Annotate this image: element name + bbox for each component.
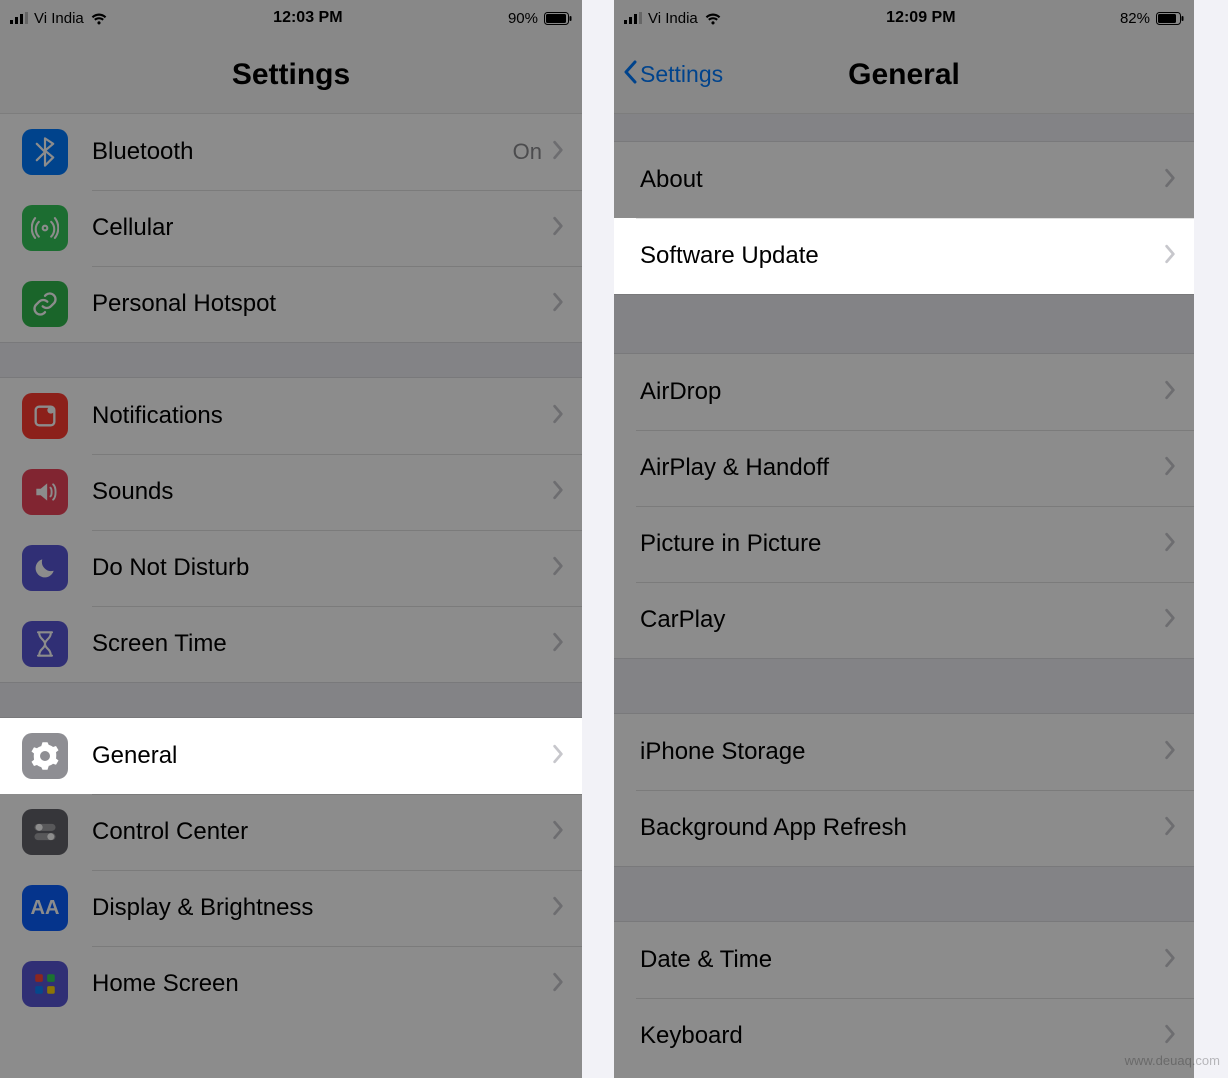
page-title: Settings: [232, 58, 350, 92]
row-software-update[interactable]: Software Update: [614, 218, 1194, 294]
signal-icon: [10, 12, 28, 24]
toggles-icon: [22, 809, 68, 855]
row-label: Screen Time: [92, 630, 552, 658]
row-bluetooth[interactable]: Bluetooth On: [0, 114, 582, 190]
aa-icon: AA: [22, 885, 68, 931]
row-label: Background App Refresh: [640, 814, 1164, 842]
battery-percent: 82%: [1120, 10, 1150, 27]
settings-screen: Vi India 12:03 PM 90% Settings Bluetooth…: [0, 0, 582, 1078]
chevron-right-icon: [552, 140, 564, 165]
row-label: AirDrop: [640, 378, 1164, 406]
row-notifications[interactable]: Notifications: [0, 378, 582, 454]
row-background-app-refresh[interactable]: Background App Refresh: [614, 790, 1194, 866]
chevron-right-icon: [552, 556, 564, 581]
chevron-right-icon: [1164, 168, 1176, 193]
bluetooth-icon: [22, 129, 68, 175]
bell-square-icon: [22, 393, 68, 439]
chevron-right-icon: [552, 972, 564, 997]
carrier-label: Vi India: [648, 10, 698, 27]
status-time: 12:03 PM: [273, 9, 342, 27]
link-icon: [22, 281, 68, 327]
row-label: Do Not Disturb: [92, 554, 552, 582]
status-time: 12:09 PM: [886, 9, 955, 27]
chevron-right-icon: [1164, 532, 1176, 557]
chevron-right-icon: [1164, 244, 1176, 269]
row-general[interactable]: General: [0, 718, 582, 794]
row-label: Control Center: [92, 818, 552, 846]
status-bar: Vi India 12:09 PM 82%: [614, 0, 1194, 36]
row-screen-time[interactable]: Screen Time: [0, 606, 582, 682]
nav-header: Settings: [0, 36, 582, 114]
chevron-left-icon: [622, 60, 638, 90]
row-picture-in-picture[interactable]: Picture in Picture: [614, 506, 1194, 582]
row-label: Bluetooth: [92, 138, 513, 166]
row-iphone-storage[interactable]: iPhone Storage: [614, 714, 1194, 790]
row-airdrop[interactable]: AirDrop: [614, 354, 1194, 430]
battery-percent: 90%: [508, 10, 538, 27]
chevron-right-icon: [552, 292, 564, 317]
row-display-brightness[interactable]: AA Display & Brightness: [0, 870, 582, 946]
antenna-icon: [22, 205, 68, 251]
row-label: Cellular: [92, 214, 552, 242]
row-label: Notifications: [92, 402, 552, 430]
row-value: On: [513, 139, 542, 165]
row-label: About: [640, 166, 1164, 194]
chevron-right-icon: [1164, 816, 1176, 841]
row-label: Date & Time: [640, 946, 1164, 974]
row-label: Keyboard: [640, 1022, 1164, 1050]
general-screen: Vi India 12:09 PM 82% Settings General: [614, 0, 1194, 1078]
page-title: General: [848, 58, 960, 92]
hourglass-icon: [22, 621, 68, 667]
battery-icon: [544, 12, 572, 25]
chevron-right-icon: [552, 632, 564, 657]
row-label: CarPlay: [640, 606, 1164, 634]
moon-icon: [22, 545, 68, 591]
row-label: iPhone Storage: [640, 738, 1164, 766]
row-control-center[interactable]: Control Center: [0, 794, 582, 870]
row-label: General: [92, 742, 552, 770]
status-bar: Vi India 12:03 PM 90%: [0, 0, 582, 36]
row-airplay-handoff[interactable]: AirPlay & Handoff: [614, 430, 1194, 506]
row-label: AirPlay & Handoff: [640, 454, 1164, 482]
back-button[interactable]: Settings: [622, 60, 723, 90]
nav-header: Settings General: [614, 36, 1194, 114]
watermark: www.deuaq.com: [1125, 1053, 1220, 1068]
row-keyboard[interactable]: Keyboard: [614, 998, 1194, 1074]
gear-icon: [22, 733, 68, 779]
speaker-icon: [22, 469, 68, 515]
row-carplay[interactable]: CarPlay: [614, 582, 1194, 658]
row-date-time[interactable]: Date & Time: [614, 922, 1194, 998]
grid-icon: [22, 961, 68, 1007]
back-label: Settings: [640, 61, 723, 88]
row-label: Sounds: [92, 478, 552, 506]
chevron-right-icon: [1164, 608, 1176, 633]
chevron-right-icon: [1164, 456, 1176, 481]
row-about[interactable]: About: [614, 142, 1194, 218]
carrier-label: Vi India: [34, 10, 84, 27]
wifi-icon: [704, 12, 722, 25]
row-personal-hotspot[interactable]: Personal Hotspot: [0, 266, 582, 342]
row-label: Home Screen: [92, 970, 552, 998]
signal-icon: [624, 12, 642, 24]
chevron-right-icon: [1164, 380, 1176, 405]
chevron-right-icon: [1164, 948, 1176, 973]
chevron-right-icon: [552, 896, 564, 921]
row-label: Personal Hotspot: [92, 290, 552, 318]
chevron-right-icon: [552, 820, 564, 845]
chevron-right-icon: [552, 216, 564, 241]
chevron-right-icon: [552, 404, 564, 429]
battery-icon: [1156, 12, 1184, 25]
row-label: Software Update: [640, 242, 1164, 270]
row-label: Picture in Picture: [640, 530, 1164, 558]
row-do-not-disturb[interactable]: Do Not Disturb: [0, 530, 582, 606]
row-home-screen[interactable]: Home Screen: [0, 946, 582, 1022]
chevron-right-icon: [1164, 1024, 1176, 1049]
chevron-right-icon: [552, 480, 564, 505]
row-label: Display & Brightness: [92, 894, 552, 922]
row-sounds[interactable]: Sounds: [0, 454, 582, 530]
chevron-right-icon: [1164, 740, 1176, 765]
chevron-right-icon: [552, 744, 564, 769]
row-cellular[interactable]: Cellular: [0, 190, 582, 266]
wifi-icon: [90, 12, 108, 25]
